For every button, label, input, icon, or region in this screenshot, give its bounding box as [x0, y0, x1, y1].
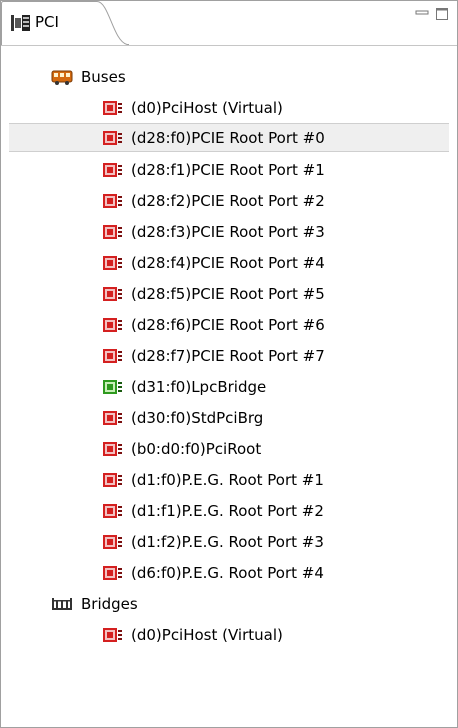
tree-node-label: Bridges: [81, 594, 138, 613]
lpc-device-icon: [103, 379, 122, 394]
tree-item-label: (d0)PciHost (Virtual): [131, 625, 283, 644]
tree-item-label: (d1:f1)P.E.G. Root Port #2: [131, 501, 324, 520]
pci-device-icon: [103, 565, 122, 580]
tree-item[interactable]: (d1:f1)P.E.G. Root Port #2: [101, 495, 441, 526]
tree-item-label: (d28:f3)PCIE Root Port #3: [131, 222, 325, 241]
tree-item-selected[interactable]: (d28:f0)PCIE Root Port #0: [9, 123, 449, 152]
tree-item[interactable]: (d28:f3)PCIE Root Port #3: [101, 216, 441, 247]
pci-device-icon: [103, 100, 122, 115]
tree-item[interactable]: (d28:f5)PCIE Root Port #5: [101, 278, 441, 309]
maximize-icon[interactable]: [435, 7, 449, 21]
tree-item-label: (d28:f4)PCIE Root Port #4: [131, 253, 325, 272]
pci-device-icon: [103, 627, 122, 642]
pci-device-icon: [103, 286, 122, 301]
tree-item-label: (d28:f2)PCIE Root Port #2: [131, 191, 325, 210]
tree-item[interactable]: (d0)PciHost (Virtual): [101, 619, 441, 650]
pci-device-icon: [103, 130, 122, 145]
tree-item-label: (d28:f6)PCIE Root Port #6: [131, 315, 325, 334]
tree-item-label: (d28:f1)PCIE Root Port #1: [131, 160, 325, 179]
tab-title: PCI: [35, 13, 59, 31]
tree-item[interactable]: (d1:f2)P.E.G. Root Port #3: [101, 526, 441, 557]
tree-item[interactable]: (d28:f4)PCIE Root Port #4: [101, 247, 441, 278]
pci-device-icon: [103, 534, 122, 549]
tree-node-label: Buses: [81, 67, 126, 86]
pci-device-icon: [103, 224, 122, 239]
tree-item-label: (d0)PciHost (Virtual): [131, 98, 283, 117]
view-controls: [415, 7, 449, 23]
pci-view-icon: [11, 15, 30, 31]
pci-device-icon: [103, 348, 122, 363]
tree-item-label: (d6:f0)P.E.G. Root Port #4: [131, 563, 324, 582]
tree-item[interactable]: (d28:f6)PCIE Root Port #6: [101, 309, 441, 340]
tree-item[interactable]: (d28:f1)PCIE Root Port #1: [101, 154, 441, 185]
tree-item-label: (d1:f2)P.E.G. Root Port #3: [131, 532, 324, 551]
tree-item-label: (b0:d0:f0)PciRoot: [131, 439, 262, 458]
tree-node-bridges[interactable]: Bridges: [51, 588, 431, 619]
tree-item-label: (d31:f0)LpcBridge: [131, 377, 267, 396]
tree-node-buses[interactable]: Buses: [51, 61, 431, 92]
pci-device-icon: [103, 503, 122, 518]
tab-pci[interactable]: PCI: [1, 1, 129, 45]
pci-device-icon: [103, 162, 122, 177]
tree-item-label: (d28:f0)PCIE Root Port #0: [131, 128, 325, 147]
pci-device-icon: [103, 193, 122, 208]
view-tab-bar: PCI: [1, 1, 457, 46]
tree-item-label: (d28:f7)PCIE Root Port #7: [131, 346, 325, 365]
pci-device-icon: [103, 410, 122, 425]
tree-item[interactable]: (d30:f0)StdPciBrg: [101, 402, 441, 433]
tree-item-label: (d28:f5)PCIE Root Port #5: [131, 284, 325, 303]
tree-item[interactable]: (d6:f0)P.E.G. Root Port #4: [101, 557, 441, 588]
pci-device-icon: [103, 441, 122, 456]
tree-item-label: (d1:f0)P.E.G. Root Port #1: [131, 470, 324, 489]
tree-item[interactable]: (d28:f7)PCIE Root Port #7: [101, 340, 441, 371]
tree-item[interactable]: (d1:f0)P.E.G. Root Port #1: [101, 464, 441, 495]
bus-icon: [51, 70, 73, 85]
pci-device-icon: [103, 255, 122, 270]
minimize-icon[interactable]: [415, 7, 429, 21]
tree-item[interactable]: (b0:d0:f0)PciRoot: [101, 433, 441, 464]
tree-item[interactable]: (d31:f0)LpcBridge: [101, 371, 441, 402]
pci-view: PCI Buses (d0)PciHost (Virtual) (d28:f0)…: [0, 0, 458, 728]
bridge-icon: [52, 597, 72, 610]
pci-device-icon: [103, 317, 122, 332]
tree-item[interactable]: (d28:f2)PCIE Root Port #2: [101, 185, 441, 216]
tree-item[interactable]: (d0)PciHost (Virtual): [101, 92, 441, 123]
tree-item-label: (d30:f0)StdPciBrg: [131, 408, 264, 427]
pci-device-icon: [103, 472, 122, 487]
